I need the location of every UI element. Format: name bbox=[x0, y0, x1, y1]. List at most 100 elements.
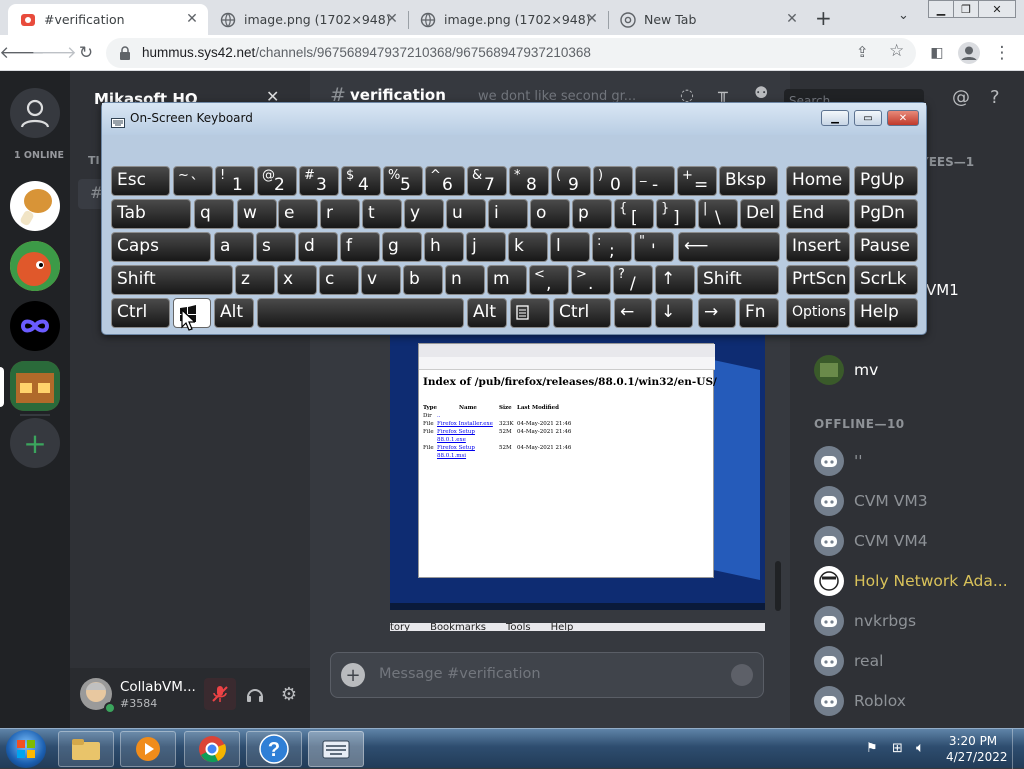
close-window-button[interactable]: ✕ bbox=[887, 110, 919, 126]
tab-image-2[interactable]: image.png (1702×948) ✕ bbox=[408, 4, 608, 35]
key-3[interactable]: #3 bbox=[299, 166, 339, 196]
address-bar[interactable]: hummus.sys42.net/channels/96756894793721… bbox=[106, 38, 916, 68]
key-l[interactable]: l bbox=[550, 232, 590, 262]
key-g[interactable]: g bbox=[382, 232, 422, 262]
member-item[interactable]: nvkrbgs bbox=[814, 604, 916, 638]
key-help[interactable]: Help bbox=[854, 298, 918, 328]
key-/[interactable]: ? / bbox=[613, 265, 653, 295]
key-=[interactable]: + = bbox=[677, 166, 717, 196]
key-↑[interactable]: ↑ bbox=[655, 265, 695, 295]
chrome-menu-icon[interactable]: ⋮ bbox=[990, 41, 1014, 65]
key-x[interactable]: x bbox=[277, 265, 317, 295]
key-←[interactable]: ← bbox=[614, 298, 652, 328]
key-home[interactable]: Home bbox=[786, 166, 850, 196]
message-image-attachment[interactable]: Index of /pub/firefox/releases/88.0.1/wi… bbox=[390, 335, 765, 610]
key-→[interactable]: → bbox=[698, 298, 736, 328]
minimize-button[interactable]: ▁ bbox=[928, 0, 954, 18]
key-alt[interactable]: Alt bbox=[214, 298, 254, 328]
message-input[interactable]: Message #verification bbox=[379, 666, 541, 682]
emoji-icon[interactable] bbox=[731, 664, 753, 686]
osk-taskbar-button[interactable] bbox=[308, 731, 364, 767]
key-fn[interactable]: Fn bbox=[739, 298, 779, 328]
server-icon-chicken[interactable] bbox=[10, 181, 60, 231]
deafen-button[interactable] bbox=[239, 678, 271, 710]
key-7[interactable]: & 7 bbox=[467, 166, 507, 196]
tray-flag-icon[interactable]: ⚑ bbox=[866, 741, 878, 756]
key-w[interactable]: w bbox=[237, 199, 277, 229]
tab-image-1[interactable]: image.png (1702×948) ✕ bbox=[208, 4, 408, 35]
key-i[interactable]: i bbox=[488, 199, 528, 229]
key-scrlk[interactable]: ScrLk bbox=[854, 265, 918, 295]
close-icon[interactable]: ✕ bbox=[784, 11, 800, 27]
key-end[interactable]: End bbox=[786, 199, 850, 229]
tab-new-tab[interactable]: New Tab ✕ bbox=[608, 4, 808, 35]
key-z[interactable]: z bbox=[235, 265, 275, 295]
key-f[interactable]: f bbox=[340, 232, 380, 262]
home-button[interactable] bbox=[10, 88, 60, 138]
key-6[interactable]: ^ 6 bbox=[425, 166, 465, 196]
key-,[interactable]: <, bbox=[529, 265, 569, 295]
profile-avatar[interactable] bbox=[957, 41, 981, 65]
key-d[interactable]: d bbox=[298, 232, 338, 262]
new-tab-button[interactable]: + bbox=[815, 6, 832, 30]
maximize-button[interactable]: ❐ bbox=[953, 0, 979, 18]
key-prtscn[interactable]: PrtScn bbox=[786, 265, 850, 295]
key-tab[interactable]: Tab bbox=[111, 199, 191, 229]
key-m[interactable]: m bbox=[487, 265, 527, 295]
key-pgup[interactable]: PgUp bbox=[854, 166, 918, 196]
upload-button[interactable]: + bbox=[341, 663, 365, 687]
key-options[interactable]: Options bbox=[786, 298, 850, 328]
key-t[interactable]: t bbox=[362, 199, 402, 229]
mentions-icon[interactable]: @ bbox=[952, 87, 970, 108]
key-o[interactable]: o bbox=[530, 199, 570, 229]
member-item[interactable]: mv bbox=[814, 353, 878, 387]
key-.[interactable]: >. bbox=[571, 265, 611, 295]
key-bksp[interactable]: Bksp bbox=[719, 166, 778, 196]
key-s[interactable]: s bbox=[256, 232, 296, 262]
close-window-button[interactable]: ✕ bbox=[978, 0, 1016, 18]
key-9[interactable]: (9 bbox=[551, 166, 591, 196]
server-icon-shop[interactable] bbox=[10, 361, 60, 411]
key-↓[interactable]: ↓ bbox=[655, 298, 693, 328]
minimize-button[interactable]: ▁ bbox=[821, 110, 849, 126]
reload-button[interactable]: ↻ bbox=[74, 41, 98, 65]
key-a[interactable]: a bbox=[214, 232, 254, 262]
maximize-button[interactable]: ▭ bbox=[854, 110, 882, 126]
share-icon[interactable]: ⇪ bbox=[856, 43, 869, 61]
key-'[interactable]: " ' bbox=[634, 232, 674, 262]
member-item[interactable]: CVM VM3 bbox=[814, 484, 928, 518]
close-icon[interactable]: ✕ bbox=[584, 11, 600, 27]
key-c[interactable]: c bbox=[319, 265, 359, 295]
server-icon-bird[interactable] bbox=[10, 241, 60, 291]
osk-titlebar[interactable]: On-Screen Keyboard ▁ ▭ ✕ bbox=[102, 103, 926, 135]
help-icon[interactable]: ? bbox=[990, 87, 1000, 108]
close-icon[interactable]: ✕ bbox=[384, 11, 400, 27]
key-ctrl[interactable]: Ctrl bbox=[553, 298, 611, 328]
key-shift[interactable]: Shift bbox=[111, 265, 233, 295]
key-y[interactable]: y bbox=[404, 199, 444, 229]
key-[[interactable]: {[ bbox=[614, 199, 654, 229]
key-e[interactable]: e bbox=[278, 199, 318, 229]
key-menu[interactable] bbox=[510, 298, 550, 328]
key-;[interactable]: :; bbox=[592, 232, 632, 262]
forward-button[interactable]: 🡒 bbox=[31, 41, 77, 65]
key-b[interactable]: b bbox=[403, 265, 443, 295]
key-shift[interactable]: Shift bbox=[697, 265, 779, 295]
chat-scrollbar[interactable] bbox=[775, 561, 781, 611]
key-0[interactable]: ) 0 bbox=[593, 166, 633, 196]
tray-volume-icon[interactable]: 🔈︎ bbox=[916, 740, 924, 756]
explorer-taskbar-button[interactable] bbox=[58, 731, 114, 767]
key-p[interactable]: p bbox=[572, 199, 612, 229]
key-r[interactable]: r bbox=[320, 199, 360, 229]
mute-button[interactable] bbox=[204, 678, 236, 710]
side-panel-icon[interactable]: ◧ bbox=[925, 41, 949, 65]
key-esc[interactable]: Esc bbox=[111, 166, 170, 196]
key-del[interactable]: Del bbox=[740, 199, 780, 229]
key--[interactable]: _ - bbox=[635, 166, 675, 196]
member-item[interactable]: '' bbox=[814, 444, 863, 478]
key-⟵[interactable]: ⟵ bbox=[678, 232, 780, 262]
key-\[interactable]: | \ bbox=[698, 199, 738, 229]
key-k[interactable]: k bbox=[508, 232, 548, 262]
tab-verification[interactable]: #verification ✕ bbox=[8, 4, 208, 35]
key-n[interactable]: n bbox=[445, 265, 485, 295]
